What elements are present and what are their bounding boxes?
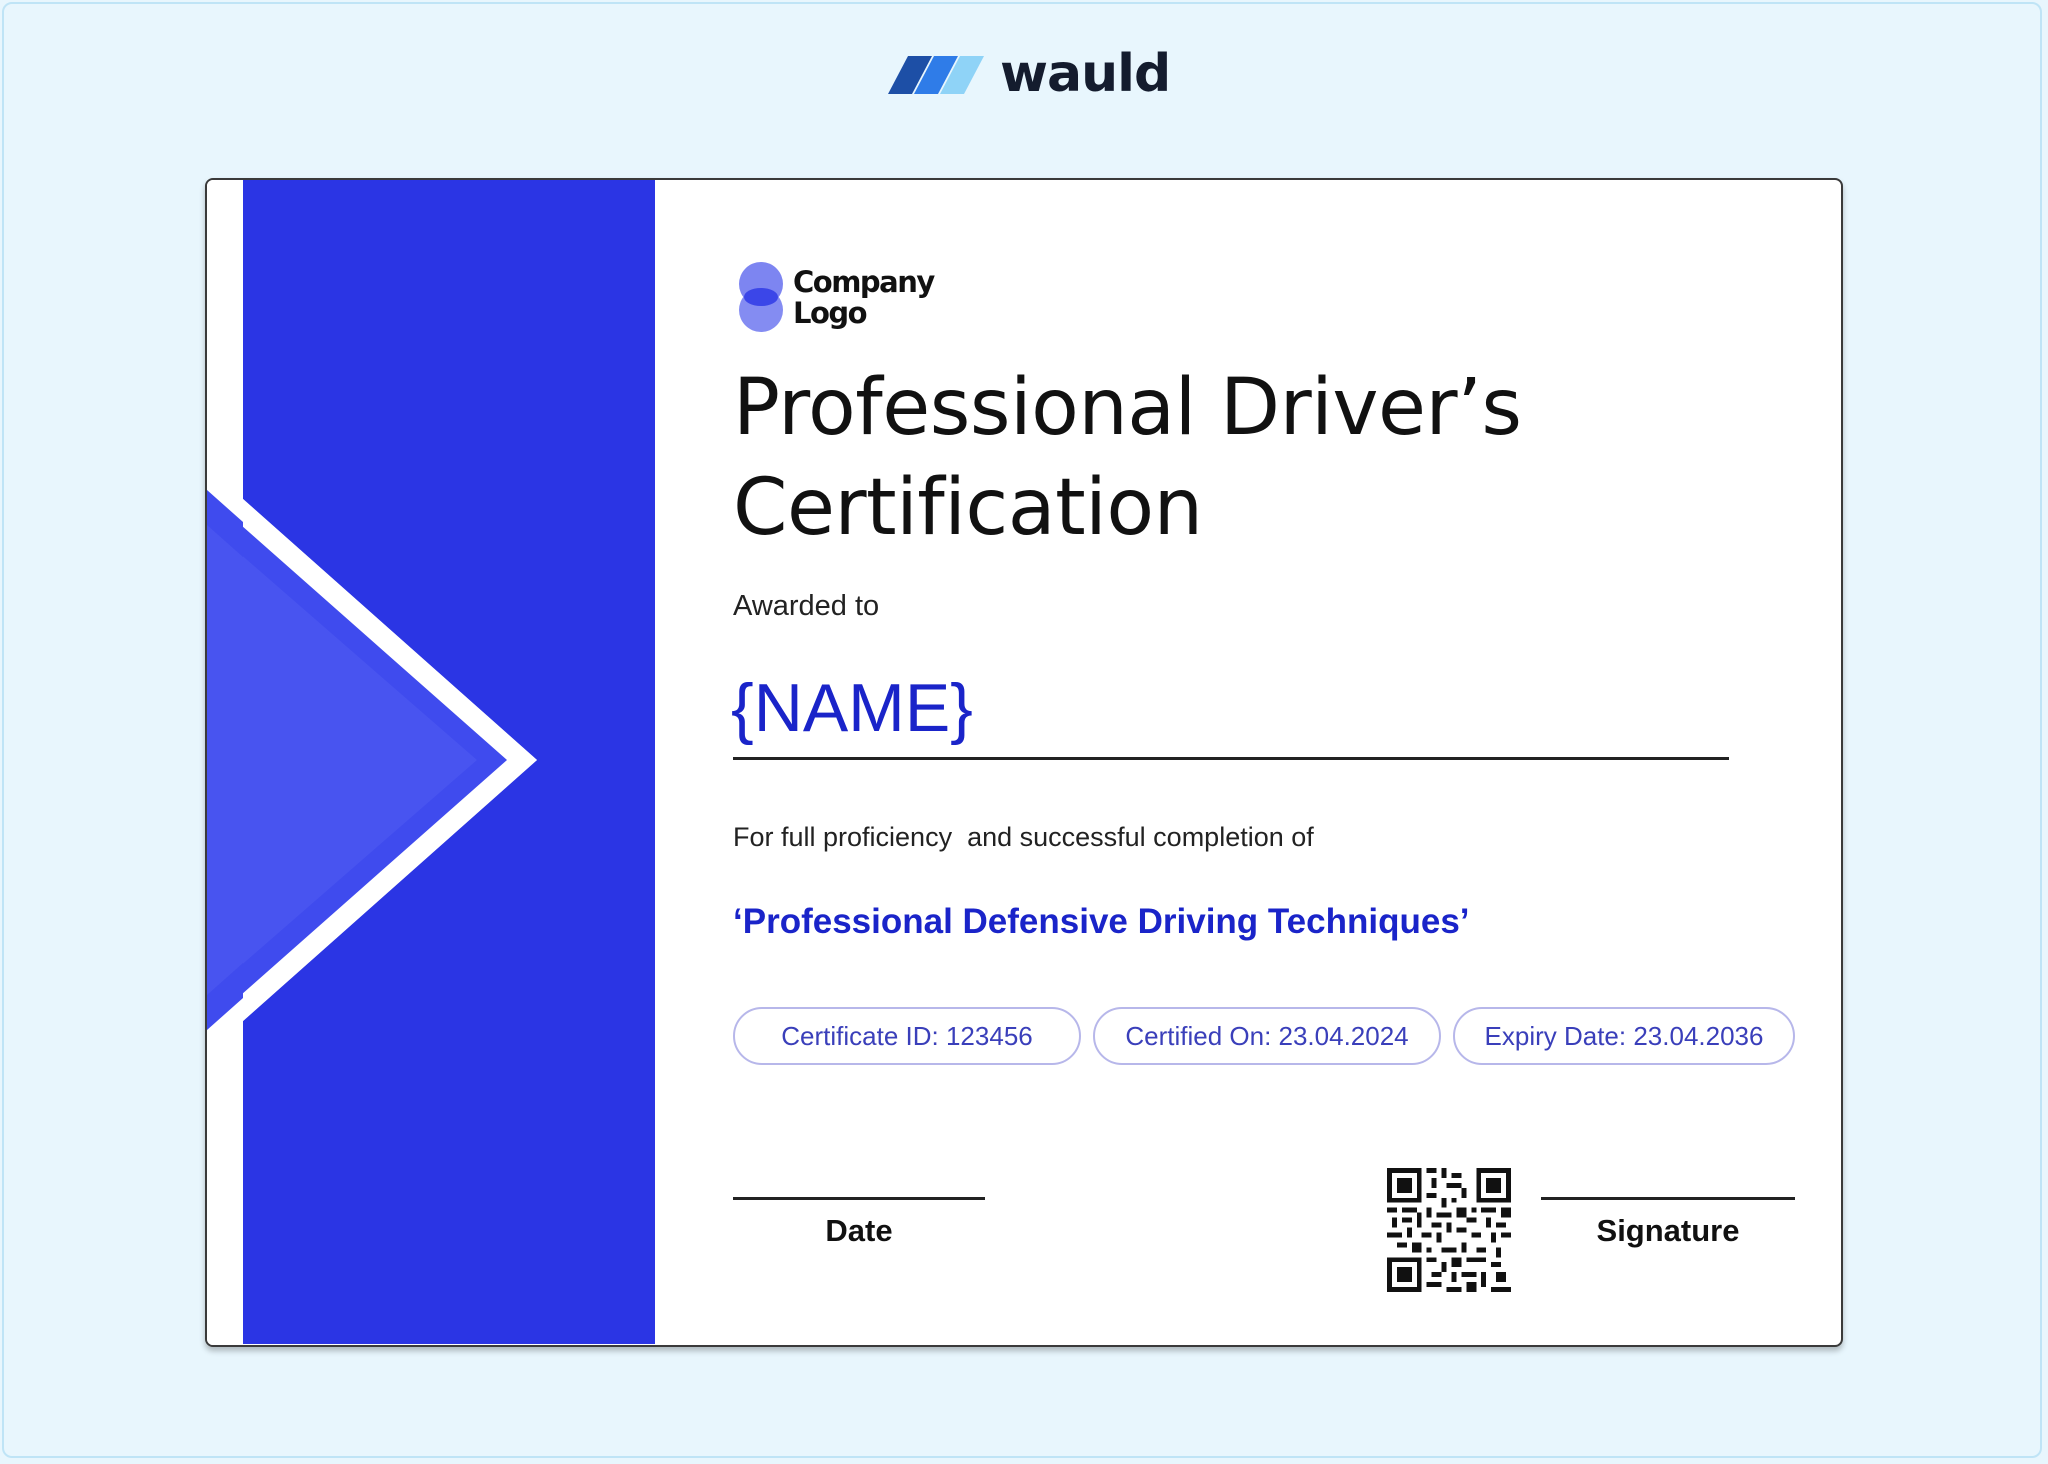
certificate-title: Professional Driver’s Certification [733,363,1522,553]
proficiency-text: For full proficiency and successful comp… [733,822,1314,852]
company-logo: Company Logo [735,260,935,336]
brand-header: wauld [886,44,1171,104]
wauld-logo-icon [888,56,984,94]
certificate-content: Company Logo Professional Driver’s Certi… [727,180,1841,1345]
company-logo-line1: Company [793,265,935,299]
company-logo-line2: Logo [793,296,868,330]
course-name: ‘Professional Defensive Driving Techniqu… [733,902,1470,941]
name-underline [733,757,1729,760]
certificate-id-badge: Certificate ID: 123456 [733,1007,1081,1065]
qr-code-icon [1387,1168,1511,1292]
certificate-card: Company Logo Professional Driver’s Certi… [205,178,1843,1347]
company-logo-icon [739,262,783,332]
signature-label: Signature [1596,1213,1740,1248]
recipient-name: {NAME} [731,670,973,746]
date-line [733,1197,985,1200]
company-logo-text: Company Logo [793,265,935,330]
brand-name: wauld [1000,44,1171,104]
chevron-decoration [207,180,537,1345]
signature-line [1541,1197,1795,1200]
awarded-to-label: Awarded to [733,590,880,622]
expiry-date-badge: Expiry Date: 23.04.2036 [1453,1007,1795,1065]
date-label: Date [825,1213,893,1248]
certified-on-badge: Certified On: 23.04.2024 [1093,1007,1441,1065]
